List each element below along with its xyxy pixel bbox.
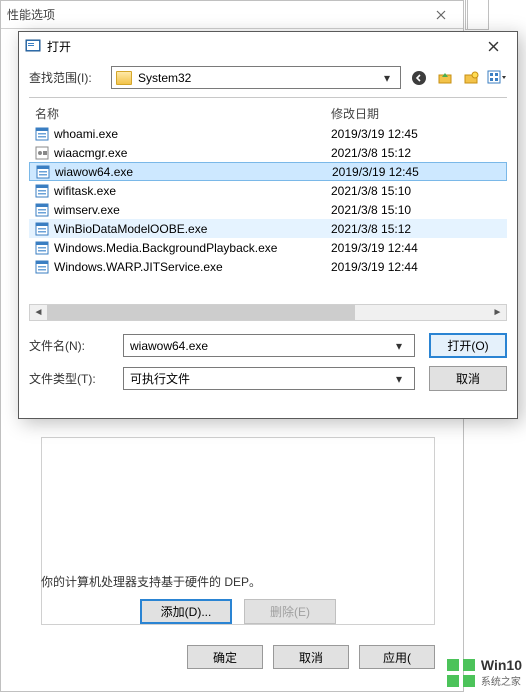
column-headers[interactable]: 名称 修改日期	[29, 102, 507, 124]
file-row[interactable]: wiaacmgr.exe 2021/3/8 15:12	[29, 143, 507, 162]
divider	[29, 97, 507, 98]
close-icon[interactable]	[425, 4, 457, 26]
file-date: 2019/3/19 12:44	[325, 260, 507, 274]
exe-icon	[36, 165, 50, 179]
open-title-text: 打开	[47, 38, 71, 55]
filename-label: 文件名(N):	[29, 337, 113, 354]
chevron-down-icon[interactable]: ▾	[390, 372, 408, 386]
horizontal-scrollbar[interactable]: ◄ ►	[29, 304, 507, 321]
file-name: wiawow64.exe	[55, 165, 133, 179]
watermark-line1: Win10	[481, 657, 522, 673]
watermark-logo-icon	[447, 659, 475, 687]
file-date: 2019/3/19 12:45	[325, 127, 507, 141]
bg-title-text: 性能选项	[7, 6, 55, 23]
exe-icon	[35, 222, 49, 236]
open-button[interactable]: 打开(O)	[429, 333, 507, 358]
filetype-value: 可执行文件	[130, 370, 390, 387]
filename-input[interactable]: wiawow64.exe ▾	[123, 334, 415, 357]
file-name: wiaacmgr.exe	[54, 146, 127, 160]
file-name: whoami.exe	[54, 127, 118, 141]
file-list: 名称 修改日期 whoami.exe 2019/3/19 12:45 wiaacmg…	[29, 102, 507, 302]
exe-icon	[35, 241, 49, 255]
file-row[interactable]: whoami.exe 2019/3/19 12:45	[29, 124, 507, 143]
file-row[interactable]: Windows.Media.BackgroundPlayback.exe 2019…	[29, 238, 507, 257]
file-name: WinBioDataModelOOBE.exe	[54, 222, 207, 236]
file-name: wimserv.exe	[54, 203, 120, 217]
open-title-bar[interactable]: 打开	[19, 32, 517, 60]
bg-title-bar: 性能选项	[1, 1, 463, 29]
chevron-down-icon: ▾	[378, 71, 396, 85]
file-date: 2019/3/19 12:45	[326, 165, 506, 179]
close-icon[interactable]	[475, 32, 511, 60]
folder-browse-icon	[25, 38, 41, 54]
file-date: 2019/3/19 12:44	[325, 241, 507, 255]
file-date: 2021/3/8 15:12	[325, 146, 507, 160]
exe-icon	[35, 127, 49, 141]
file-date: 2021/3/8 15:12	[325, 222, 507, 236]
chevron-down-icon[interactable]: ▾	[390, 339, 408, 353]
filetype-label: 文件类型(T):	[29, 370, 113, 387]
col-header-date[interactable]: 修改日期	[325, 102, 507, 124]
file-row[interactable]: wifitask.exe 2021/3/8 15:10	[29, 181, 507, 200]
exe-icon	[35, 146, 49, 160]
add-button[interactable]: 添加(D)...	[140, 599, 232, 624]
file-name: Windows.Media.BackgroundPlayback.exe	[54, 241, 277, 255]
file-row[interactable]: wiawow64.exe 2019/3/19 12:45	[29, 162, 507, 181]
exe-icon	[35, 203, 49, 217]
file-row[interactable]: WinBioDataModelOOBE.exe 2021/3/8 15:12	[29, 219, 507, 238]
scroll-right-icon[interactable]: ►	[489, 307, 506, 318]
scope-label: 查找范围(I):	[29, 69, 103, 86]
watermark-line2: 系统之家	[481, 673, 522, 688]
cancel-open-button[interactable]: 取消	[429, 366, 507, 391]
filetype-dropdown[interactable]: 可执行文件 ▾	[123, 367, 415, 390]
view-menu-icon[interactable]	[487, 68, 507, 88]
scope-value: System32	[138, 71, 378, 85]
exe-icon	[35, 260, 49, 274]
apply-button[interactable]: 应用(	[359, 645, 435, 669]
watermark: Win10 系统之家	[447, 657, 522, 688]
file-date: 2021/3/8 15:10	[325, 203, 507, 217]
exe-icon	[35, 184, 49, 198]
cancel-button[interactable]: 取消	[273, 645, 349, 669]
ok-button[interactable]: 确定	[187, 645, 263, 669]
scope-dropdown[interactable]: System32 ▾	[111, 66, 401, 89]
back-icon[interactable]	[409, 68, 429, 88]
file-name: wifitask.exe	[54, 184, 116, 198]
scroll-left-icon[interactable]: ◄	[30, 307, 47, 318]
dep-note: 你的计算机处理器支持基于硬件的 DEP。	[41, 573, 261, 590]
filename-value: wiawow64.exe	[130, 339, 390, 353]
folder-icon	[116, 71, 132, 85]
delete-button: 删除(E)	[244, 599, 336, 624]
open-file-dialog: 打开 查找范围(I): System32 ▾ 名称 修改日期 whoami.ex…	[18, 31, 518, 419]
file-date: 2021/3/8 15:10	[325, 184, 507, 198]
new-folder-icon[interactable]	[461, 68, 481, 88]
up-folder-icon[interactable]	[435, 68, 455, 88]
bg-panel	[41, 437, 435, 625]
file-name: Windows.WARP.JITService.exe	[54, 260, 223, 274]
file-row[interactable]: Windows.WARP.JITService.exe 2019/3/19 12:…	[29, 257, 507, 276]
scrollbar-thumb[interactable]	[47, 305, 355, 320]
bg-fragment	[465, 0, 489, 30]
col-header-name[interactable]: 名称	[29, 102, 325, 124]
file-row[interactable]: wimserv.exe 2021/3/8 15:10	[29, 200, 507, 219]
